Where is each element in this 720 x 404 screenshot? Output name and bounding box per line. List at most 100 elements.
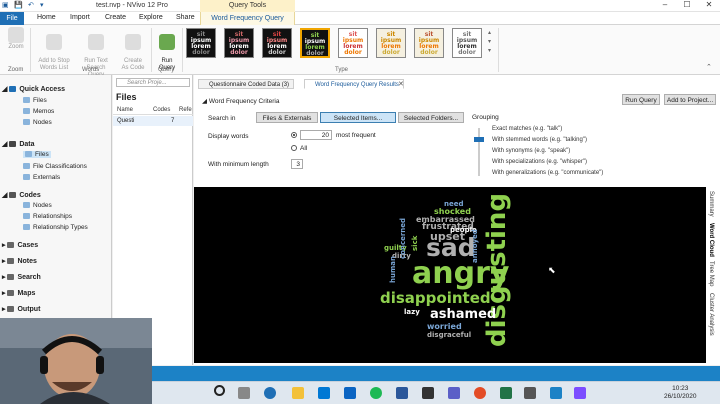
nav-cases[interactable]: ▸ Cases xyxy=(2,241,38,249)
word-ashamed[interactable]: ashamed xyxy=(430,308,496,321)
min-length-input[interactable]: 3 xyxy=(291,159,303,169)
column-references[interactable]: Refe xyxy=(179,107,192,113)
nav-item-data-files[interactable]: Files xyxy=(23,151,51,158)
tab-home[interactable]: Home xyxy=(37,14,56,21)
tab-questionnaire-coded-data[interactable]: Questionnaire Coded Data (3) xyxy=(198,79,295,89)
column-name[interactable]: Name xyxy=(117,107,133,113)
minimize-button[interactable]: – xyxy=(654,0,676,12)
word-need[interactable]: need xyxy=(444,201,464,208)
tab-word-frequency-query[interactable]: Word Frequency Query xyxy=(200,12,295,25)
word-disappointed[interactable]: disappointed xyxy=(380,291,491,306)
word-disgraceful[interactable]: disgraceful xyxy=(427,332,471,339)
app-icon[interactable] xyxy=(422,387,434,399)
nav-item-externals[interactable]: Externals xyxy=(23,174,60,181)
nav-search[interactable]: ▸ Search xyxy=(2,273,41,281)
tab-file[interactable]: File xyxy=(0,12,24,25)
app-icon[interactable] xyxy=(574,387,586,399)
undo-icon[interactable]: ↶ xyxy=(28,1,34,9)
edge-icon[interactable] xyxy=(264,387,276,399)
nvivo-icon[interactable] xyxy=(550,387,562,399)
excel-icon[interactable] xyxy=(500,387,512,399)
word-annoyed[interactable]: annoyed xyxy=(471,229,479,263)
spotify-icon[interactable] xyxy=(370,387,382,399)
word-angry[interactable]: angry xyxy=(412,259,509,289)
nav-item-codes-nodes[interactable]: Nodes xyxy=(23,202,52,209)
cloud-style-thumbnail[interactable]: sit ipsum lorem dolor xyxy=(224,28,254,58)
word-shocked[interactable]: shocked xyxy=(434,208,471,216)
nav-quick-access[interactable]: ◢ Quick Access xyxy=(2,85,65,93)
word-cloud[interactable]: disgusting angry sad disappointed ashame… xyxy=(194,187,706,363)
word-embarrassed[interactable]: embarrassed xyxy=(416,216,475,224)
collapse-ribbon-icon[interactable]: ⌃ xyxy=(706,63,712,71)
close-tab-icon[interactable]: ✕ xyxy=(398,80,404,88)
cloud-style-thumbnail[interactable]: sit ipsum lorem dolor xyxy=(452,28,482,58)
mail-icon[interactable] xyxy=(344,387,356,399)
gallery-scroll[interactable]: ▴ ▾ ▾ xyxy=(488,29,491,56)
nav-item-file-classifications[interactable]: File Classifications xyxy=(23,163,87,170)
tab-share[interactable]: Share xyxy=(176,14,195,21)
add-to-stop-words-button[interactable]: Add to Stop Words List xyxy=(34,27,74,72)
display-count-input[interactable]: 20 xyxy=(300,130,332,140)
word-concerned[interactable]: concerned xyxy=(399,218,407,259)
word-sick[interactable]: sick xyxy=(411,236,419,251)
nav-item-files[interactable]: Files xyxy=(23,97,47,104)
nav-maps[interactable]: ▸ Maps xyxy=(2,289,35,297)
criteria-header[interactable]: ◢ Word Frequency Criteria xyxy=(202,97,280,105)
side-tab-tree-map[interactable]: Tree Map xyxy=(708,261,714,286)
nav-item-relationship-types[interactable]: Relationship Types xyxy=(23,224,88,231)
create-as-code-button[interactable]: Create As Code xyxy=(118,27,148,72)
nav-codes[interactable]: ◢ Codes xyxy=(2,191,41,199)
tab-word-frequency-results[interactable]: Word Frequency Query Results xyxy=(304,79,404,89)
cloud-style-thumbnail[interactable]: sit ipsum lorem dolor xyxy=(414,28,444,58)
side-tab-word-cloud[interactable]: Word Cloud xyxy=(708,223,714,257)
word-human[interactable]: human xyxy=(389,256,397,283)
snipping-tool-icon[interactable] xyxy=(524,387,536,399)
store-icon[interactable] xyxy=(318,387,330,399)
column-codes[interactable]: Codes xyxy=(153,107,170,113)
tab-import[interactable]: Import xyxy=(70,14,90,21)
cloud-style-thumbnail-selected[interactable]: sit ipsum lorem dolor xyxy=(300,28,330,58)
most-frequent-radio[interactable] xyxy=(291,132,297,138)
tab-explore[interactable]: Explore xyxy=(139,14,163,21)
selected-items-button[interactable]: Selected Items... xyxy=(320,112,396,123)
word-icon[interactable] xyxy=(396,387,408,399)
nav-notes[interactable]: ▸ Notes xyxy=(2,257,37,265)
run-query-ribbon-button[interactable]: Run Query xyxy=(154,27,180,72)
task-view-icon[interactable] xyxy=(238,387,250,399)
all-words-radio[interactable] xyxy=(291,145,297,151)
cloud-style-thumbnail[interactable]: sit ipsum lorem dolor xyxy=(338,28,368,58)
tab-create[interactable]: Create xyxy=(105,14,126,21)
system-clock[interactable]: 10:23 26/10/2020 xyxy=(664,385,697,401)
nav-item-nodes[interactable]: Nodes xyxy=(23,119,52,126)
table-row[interactable]: Questi 7 xyxy=(113,116,193,126)
dropdown-icon[interactable]: ▾ xyxy=(40,1,44,9)
cloud-style-thumbnail[interactable]: sit ipsum lorem dolor xyxy=(376,28,406,58)
chrome-icon[interactable] xyxy=(474,387,486,399)
teams-icon[interactable] xyxy=(448,387,460,399)
nav-item-memos[interactable]: Memos xyxy=(23,108,54,115)
file-explorer-icon[interactable] xyxy=(292,387,304,399)
most-frequent-label: most frequent xyxy=(336,132,376,139)
files-externals-button[interactable]: Files & Externals xyxy=(256,112,318,123)
side-tab-cluster-analysis[interactable]: Cluster Analysis xyxy=(708,293,714,336)
grouping-slider-thumb[interactable] xyxy=(474,137,484,142)
close-button[interactable]: ✕ xyxy=(698,0,720,12)
word-worried[interactable]: worried xyxy=(427,323,462,331)
run-query-button[interactable]: Run Query xyxy=(622,94,660,105)
add-to-project-button[interactable]: Add to Project... xyxy=(664,94,716,105)
word-lazy[interactable]: lazy xyxy=(404,309,420,316)
presenter-video xyxy=(0,318,152,404)
nav-data[interactable]: ◢ Data xyxy=(2,140,35,148)
cloud-style-thumbnail[interactable]: sit ipsum lorem dolor xyxy=(262,28,292,58)
project-search-input[interactable]: Search Proje... xyxy=(116,78,190,87)
cloud-style-thumbnail[interactable]: sit ipsum lorem dolor xyxy=(186,28,216,58)
nav-item-relationships[interactable]: Relationships xyxy=(23,213,72,220)
save-icon[interactable]: 💾 xyxy=(14,1,23,9)
side-tab-summary[interactable]: Summary xyxy=(708,191,714,217)
selected-folders-button[interactable]: Selected Folders... xyxy=(398,112,464,123)
nav-output[interactable]: ▸ Output xyxy=(2,305,40,313)
search-icon[interactable] xyxy=(214,385,225,396)
maximize-button[interactable]: ☐ xyxy=(676,0,698,12)
grouping-slider-track[interactable] xyxy=(478,128,480,176)
zoom-button[interactable]: Zoom xyxy=(4,27,28,51)
